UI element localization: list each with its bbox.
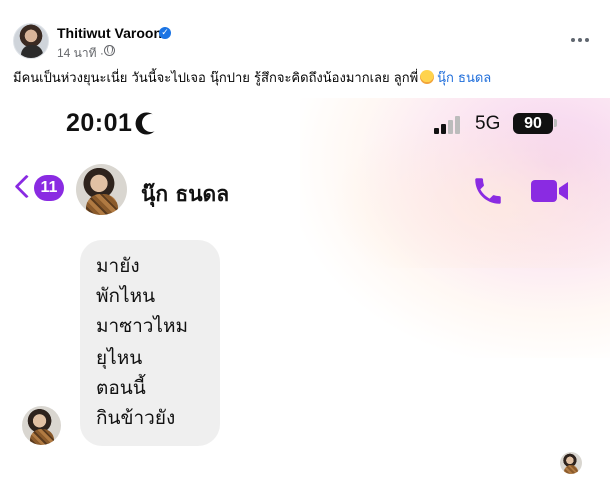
status-bar-time: 20:01 — [66, 109, 133, 137]
post-header: Thitiwut Varoon ✓ 14 นาที · — [0, 0, 610, 66]
read-receipt-avatar — [560, 452, 582, 474]
globe-icon — [104, 45, 115, 56]
do-not-disturb-moon-icon — [139, 111, 162, 134]
author-avatar[interactable] — [13, 23, 49, 59]
battery-tip — [554, 119, 557, 127]
more-options-button[interactable] — [566, 30, 594, 50]
post-timestamp[interactable]: 14 นาที · — [57, 44, 104, 63]
emoji-icon — [420, 70, 435, 84]
message-line: มาซาวไหม — [96, 315, 189, 337]
verified-badge-icon: ✓ — [159, 27, 171, 39]
message-line: ตอนนี้ — [96, 377, 146, 399]
message-line: ยุไหน — [96, 347, 143, 369]
tagged-person-link[interactable]: นุ๊ก ธนดล — [437, 71, 491, 86]
unread-count-badge: 11 — [34, 175, 64, 201]
phone-call-button[interactable] — [470, 174, 506, 208]
message-line: กินข้าวยัง — [96, 407, 176, 429]
contact-avatar[interactable] — [76, 164, 127, 215]
message-line: พักไหน — [96, 285, 156, 307]
phone-call-icon — [475, 178, 501, 204]
signal-strength-icon — [434, 116, 464, 134]
contact-name[interactable]: นุ๊ก ธนดล — [141, 178, 229, 211]
chat-screenshot: 20:01 5G 90 11 นุ๊ก ธนดล มายัง พักไหน มา… — [0, 98, 610, 486]
message-line: มายัง — [96, 255, 140, 277]
sender-avatar[interactable] — [22, 406, 61, 445]
network-type: 5G — [475, 113, 501, 134]
battery-indicator: 90 — [513, 113, 553, 134]
video-call-button[interactable] — [530, 178, 570, 204]
caption-text: มีคนเป็นห่วงยุนะเนี่ย วันนี้จะไปเจอ นุ๊ก… — [13, 71, 419, 86]
back-button[interactable]: 11 — [14, 174, 66, 208]
post-caption: มีคนเป็นห่วงยุนะเนี่ย วันนี้จะไปเจอ นุ๊ก… — [13, 70, 603, 88]
facebook-post: Thitiwut Varoon ✓ 14 นาที · มีคนเป็นห่วง… — [0, 0, 610, 486]
more-options-icon — [571, 38, 575, 42]
author-name[interactable]: Thitiwut Varoon — [57, 25, 162, 41]
video-call-icon — [531, 180, 568, 202]
